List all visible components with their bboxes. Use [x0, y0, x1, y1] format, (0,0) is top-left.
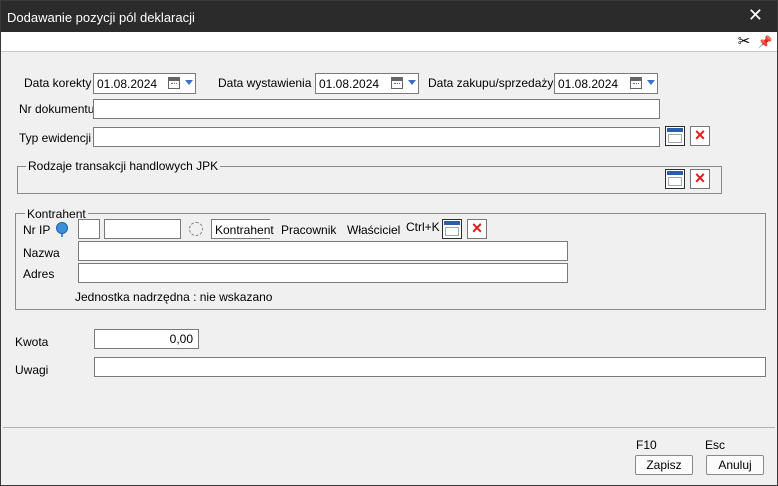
rodzaje-list-button[interactable] — [665, 169, 685, 189]
window-title: Dodawanie pozycji pól deklaracji — [7, 10, 195, 25]
kontrahent-type-option[interactable]: Kontrahent — [211, 219, 274, 239]
typ-ewidencji-label: Typ ewidencji — [19, 131, 92, 145]
data-wystawienia-label: Data wystawienia — [218, 76, 312, 90]
uwagi-input[interactable] — [94, 357, 766, 377]
calendar-dropdown-icon[interactable] — [629, 76, 655, 91]
close-icon[interactable]: ✕ — [748, 5, 763, 26]
typ-ewidencji-input[interactable] — [93, 127, 660, 147]
save-button[interactable]: Zapisz — [635, 455, 693, 475]
typ-ewidencji-list-button[interactable] — [665, 126, 685, 146]
kontrahent-clear-button[interactable]: × — [467, 219, 487, 239]
chevron-down-icon — [408, 80, 416, 85]
save-shortcut-label: F10 — [636, 438, 657, 452]
data-zakupu-value: 01.08.2024 — [558, 77, 619, 91]
globe-icon[interactable] — [56, 222, 68, 237]
nazwa-input[interactable] — [78, 241, 568, 261]
ctrl-k-shortcut: Ctrl+K — [406, 220, 440, 234]
title-bar: Dodawanie pozycji pól deklaracji ✕ — [1, 1, 777, 32]
wlasciciel-type-option[interactable]: Właściciel — [347, 223, 400, 237]
nr-ip-input[interactable] — [104, 219, 181, 239]
data-korekty-picker[interactable]: 01.08.2024 — [93, 73, 196, 94]
pin-icon[interactable]: 📌 — [756, 33, 774, 51]
nr-ip-prefix-input[interactable] — [78, 219, 100, 239]
data-korekty-value: 01.08.2024 — [97, 77, 158, 91]
calendar-icon — [630, 77, 642, 89]
uwagi-label: Uwagi — [15, 363, 49, 377]
status-circle-icon — [189, 222, 203, 236]
chevron-down-icon — [185, 80, 193, 85]
adres-label: Adres — [23, 267, 55, 281]
adres-input[interactable] — [78, 263, 568, 283]
kontrahent-list-button[interactable] — [442, 219, 462, 239]
nazwa-label: Nazwa — [23, 246, 60, 260]
jednostka-nadrzedna-text: Jednostka nadrzędna : nie wskazano — [75, 290, 273, 304]
toolstrip: ✂ 📌 — [1, 32, 777, 52]
nr-ip-label: Nr IP — [23, 223, 51, 237]
chevron-down-icon — [647, 80, 655, 85]
typ-ewidencji-clear-button[interactable]: × — [690, 126, 710, 146]
kwota-label: Kwota — [15, 335, 49, 349]
kwota-input[interactable]: 0,00 — [94, 329, 199, 349]
data-wystawienia-picker[interactable]: 01.08.2024 — [315, 73, 419, 94]
data-korekty-label: Data korekty — [24, 76, 92, 90]
cancel-button[interactable]: Anuluj — [706, 455, 764, 475]
dialog-window: Dodawanie pozycji pól deklaracji ✕ ✂ 📌 D… — [0, 0, 778, 486]
scissors-icon[interactable]: ✂ — [735, 33, 753, 51]
calendar-icon — [391, 77, 403, 89]
rodzaje-clear-button[interactable]: × — [690, 169, 710, 189]
data-wystawienia-value: 01.08.2024 — [319, 77, 380, 91]
data-zakupu-label: Data zakupu/sprzedaży — [428, 76, 554, 90]
footer-divider — [3, 427, 775, 428]
nr-dokumentu-input[interactable] — [93, 99, 660, 119]
data-zakupu-picker[interactable]: 01.08.2024 — [554, 73, 658, 94]
calendar-dropdown-icon[interactable] — [167, 76, 193, 91]
nr-dokumentu-label: Nr dokumentu — [19, 102, 95, 116]
cancel-shortcut-label: Esc — [705, 438, 726, 452]
pracownik-type-option[interactable]: Pracownik — [281, 223, 336, 237]
rodzaje-transakcji-legend: Rodzaje transakcji handlowych JPK — [26, 159, 221, 173]
calendar-icon — [168, 77, 180, 89]
calendar-dropdown-icon[interactable] — [390, 76, 416, 91]
